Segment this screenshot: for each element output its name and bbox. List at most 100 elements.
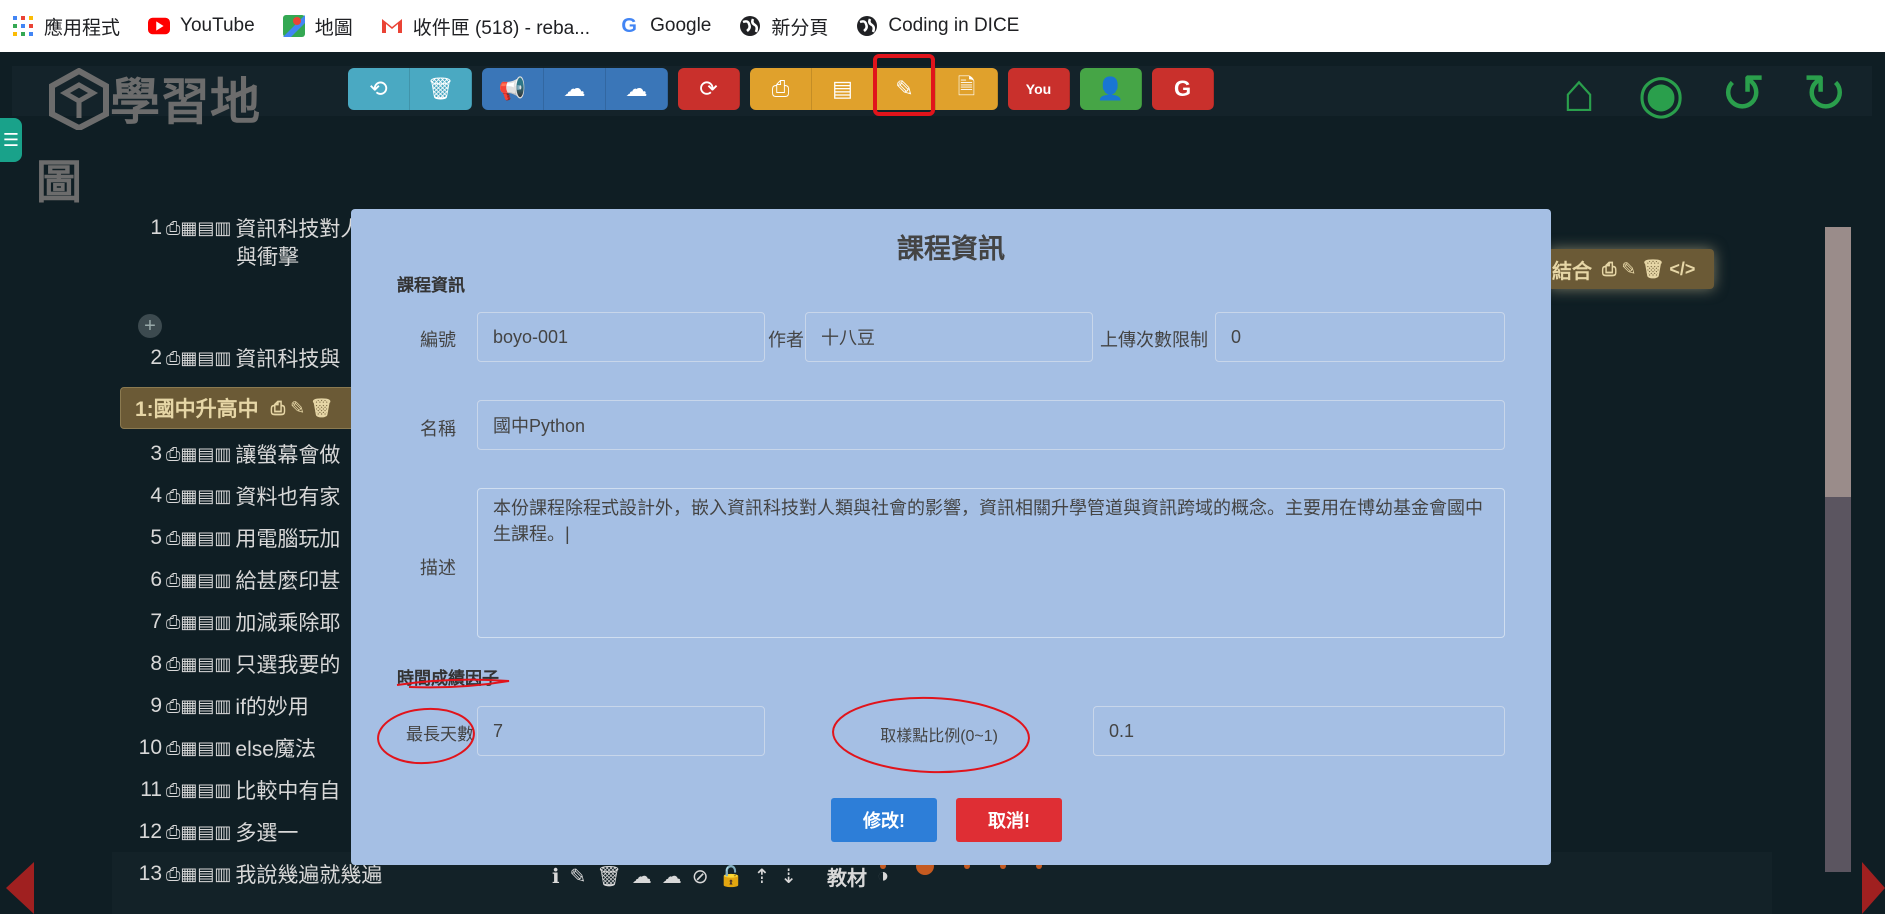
combine-action-icons: ⎙ ✎ 🗑 </>: [1602, 258, 1696, 279]
google-icon: G: [1173, 76, 1192, 101]
excel-button[interactable]: 🗎: [936, 68, 998, 110]
list-item[interactable]: 8 ⎙▦▤▥ 只選我要的: [132, 646, 340, 682]
bookmark-label: YouTube: [180, 15, 255, 36]
google-button[interactable]: G: [1152, 68, 1214, 110]
cloud-upload-icon: ☁: [625, 76, 648, 101]
apps-grid-icon: [12, 15, 34, 37]
row-action-icons: ⎙▦▤▥: [166, 653, 232, 674]
bookmark-label: 新分頁: [771, 17, 829, 39]
list-item[interactable]: 9 ⎙▦▤▥ if的妙用: [132, 688, 309, 724]
bookmark-new-tab[interactable]: 新分頁: [739, 13, 828, 40]
unlock-icon[interactable]: 🔓: [719, 864, 744, 889]
bookmarks-bar: 應用程式 YouTube 地圖 收件匣 (518) - reba... G Go…: [0, 0, 1885, 52]
level-down-icon[interactable]: ⇣: [780, 864, 797, 889]
redo-button[interactable]: ↻: [1796, 64, 1854, 124]
dialog-title: 課程資訊: [897, 234, 1005, 264]
upload-button[interactable]: ☁: [606, 68, 668, 110]
youtube-icon: You: [1025, 81, 1052, 97]
name-label: 名稱: [420, 419, 456, 439]
row-action-icons: ⎙▦▤▥: [166, 347, 232, 368]
trash-icon[interactable]: 🗑: [596, 864, 621, 889]
bookmark-label: Coding in DICE: [888, 15, 1020, 36]
undo-button[interactable]: ↺: [1714, 64, 1772, 124]
level-up-icon[interactable]: ⇡: [753, 864, 770, 889]
list-item-sub: 與衝擊: [236, 246, 299, 269]
bookmark-google[interactable]: G Google: [618, 15, 711, 37]
cube-logo-icon: [48, 67, 110, 143]
list-item[interactable]: 10 ⎙▦▤▥ else魔法: [132, 730, 316, 766]
globe-icon: [856, 15, 878, 37]
announce-button[interactable]: 📢: [482, 68, 544, 110]
bookmark-label: Google: [650, 15, 712, 36]
cloud-download-icon[interactable]: ☁: [632, 864, 652, 889]
youtube-icon: [148, 15, 171, 37]
max-days-input[interactable]: 7: [477, 706, 765, 756]
gmail-icon: [381, 15, 403, 37]
sample-ratio-label: 取樣點比例(0~1): [880, 728, 998, 745]
learning-map-app: ☰ 學習地 圖 ⟲ 🗑 📢 ☁ ☁ ⟳ ⎙ ▤ ✎ 🗎 You 👤 G ⌂ ◉ …: [0, 52, 1885, 914]
download-button[interactable]: ☁: [544, 68, 606, 110]
material-label[interactable]: 教材: [827, 862, 867, 891]
print-button[interactable]: ⎙: [750, 68, 812, 110]
row-action-icons: ⎙▦▤▥: [166, 779, 232, 800]
scrollbar-thumb[interactable]: [1825, 227, 1851, 497]
list-item[interactable]: 12 ⎙▦▤▥ 多選一: [132, 814, 299, 850]
cloud-upload-icon[interactable]: ☁: [662, 864, 682, 889]
maps-icon: [282, 15, 305, 37]
home-button[interactable]: ⌂: [1550, 63, 1608, 123]
history-button[interactable]: ⟲: [348, 68, 410, 110]
list-item[interactable]: 4 ⎙▦▤▥ 資料也有家: [132, 478, 340, 514]
chapter-action-icons: ⎙ ✎ 🗑: [270, 397, 334, 418]
list-item[interactable]: 7 ⎙▦▤▥ 加減乘除耶: [132, 604, 340, 640]
home-icon: ⌂: [1562, 63, 1596, 123]
bookmark-gmail[interactable]: 收件匣 (518) - reba...: [381, 13, 590, 40]
row-action-icons: ⎙▦▤▥: [166, 695, 232, 716]
menu-icon: ☰: [2, 129, 20, 150]
name-input[interactable]: 國中Python: [477, 400, 1505, 450]
prev-page-arrow[interactable]: [6, 862, 34, 914]
view-button[interactable]: ◉: [1632, 64, 1690, 124]
list-item[interactable]: 5 ⎙▦▤▥ 用電腦玩加: [132, 520, 340, 556]
author-input[interactable]: 十八豆: [805, 312, 1093, 362]
bookmark-coding-in-dice[interactable]: Coding in DICE: [856, 15, 1019, 37]
info-icon[interactable]: ℹ: [552, 864, 560, 889]
sidebar-toggle-button[interactable]: ☰: [0, 118, 22, 162]
row-action-icons: ⎙▦▤▥: [166, 527, 232, 548]
add-icon[interactable]: +: [138, 314, 162, 338]
trash-button[interactable]: 🗑: [410, 68, 472, 110]
modify-button[interactable]: 修改!: [831, 798, 937, 842]
next-page-arrow[interactable]: [1862, 862, 1885, 914]
row-tools: ℹ✎🗑☁☁⊘🔓⇡⇣ 教材◑: [552, 862, 889, 891]
upload-limit-input[interactable]: 0: [1215, 312, 1505, 362]
history-icon: ⟲: [369, 76, 388, 101]
sample-ratio-input[interactable]: 0.1: [1093, 706, 1505, 756]
trash-icon: 🗑: [426, 76, 455, 101]
list-item[interactable]: 11 ⎙▦▤▥ 比較中有自: [132, 772, 340, 808]
chapter-header[interactable]: 1:國中升高中 ⎙ ✎ 🗑: [120, 387, 380, 429]
user-icon: 👤: [1096, 76, 1125, 101]
list-item[interactable]: 2 ⎙▦▤▥ 資訊科技與: [132, 340, 340, 376]
app-logo: 學習地: [48, 67, 260, 143]
description-textarea[interactable]: 本份課程除程式設計外，嵌入資訊科技對人類與社會的影響，資訊相關升學管道與資訊跨域…: [477, 488, 1505, 638]
row-action-icons: ⎙▦▤▥: [166, 485, 232, 506]
youtube-button[interactable]: You: [1008, 68, 1070, 110]
user-button[interactable]: 👤: [1080, 68, 1142, 110]
eye-slash-icon[interactable]: ⊘: [692, 864, 709, 889]
megaphone-icon: 📢: [498, 76, 527, 101]
list-item[interactable]: 13 ⎙▦▤▥ 我說幾遍就幾遍: [132, 856, 383, 892]
combine-chip[interactable]: 結合 ⎙ ✎ 🗑 </>: [1548, 249, 1714, 289]
bookmark-youtube[interactable]: YouTube: [148, 15, 255, 37]
google-icon: G: [621, 14, 637, 37]
bookmark-maps[interactable]: 地圖: [282, 13, 353, 40]
list-button[interactable]: ▤: [812, 68, 874, 110]
list-item[interactable]: 6 ⎙▦▤▥ 給甚麼印甚: [132, 562, 340, 598]
cancel-button[interactable]: 取消!: [956, 798, 1062, 842]
bookmark-apps[interactable]: 應用程式: [12, 13, 120, 40]
row-action-icons: ⎙▦▤▥: [166, 569, 232, 590]
row-action-icons: ⎙▦▤▥: [166, 821, 232, 842]
id-input[interactable]: boyo-001: [477, 312, 765, 362]
upload-limit-label: 上傳次數限制: [1100, 330, 1208, 350]
refresh-button[interactable]: ⟳: [678, 68, 740, 110]
pencil-icon[interactable]: ✎: [570, 864, 587, 889]
list-item[interactable]: 3 ⎙▦▤▥ 讓螢幕會做: [132, 436, 340, 472]
